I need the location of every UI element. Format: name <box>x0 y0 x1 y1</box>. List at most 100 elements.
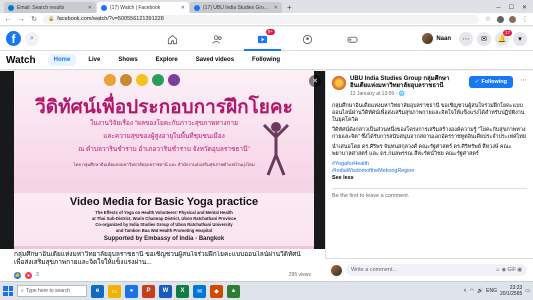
system-tray: ˄ ◠ 🔊 ENG 23:23 20/1/2565 ▭ <box>464 285 530 297</box>
post-header: UBU India Studies Group กลุ่มศึกษาอินเดี… <box>332 76 527 97</box>
menu-icon[interactable]: ⋮ <box>521 15 529 23</box>
notifications-icon[interactable]: 🔔 17 <box>495 29 512 46</box>
like-icon[interactable]: 👍 <box>14 271 21 279</box>
video-frame[interactable]: วีดิทัศน์เพื่อประกอบการฝึกโยคะ ในงานวิจั… <box>14 71 314 249</box>
tab-following[interactable]: Following <box>246 54 286 66</box>
close-icon[interactable]: ✕ <box>309 75 321 87</box>
page-title: Watch <box>6 54 36 66</box>
page-name[interactable]: UBU India Studies Group กลุ่มศึกษาอินเดี… <box>350 76 460 90</box>
more-options-icon[interactable]: ⋯ <box>520 76 527 84</box>
new-tab-button[interactable]: + <box>283 2 296 13</box>
comment-bar: Write a comment... ☺ ◉ GIF ▣ <box>325 258 533 281</box>
taskbar-app-powerpoint[interactable]: P <box>142 284 155 298</box>
post-paragraph: วีดิทัศน์ดังกล่าวเป็นส่วนหนึ่งของโครงการ… <box>332 127 526 140</box>
notification-center-icon[interactable]: ▭ <box>525 288 530 294</box>
extension-icon[interactable] <box>497 15 504 23</box>
chevron-up-icon[interactable]: ˄ <box>464 288 467 294</box>
back-icon[interactable]: ← <box>4 16 12 23</box>
avatar <box>422 33 434 44</box>
view-count: 295 views <box>288 272 311 278</box>
groups-icon <box>302 34 313 44</box>
taskbar-app-edge[interactable]: e <box>91 284 104 298</box>
video-english-line: and Tambon Bua Wat Health Promoting Hosp… <box>115 228 213 233</box>
hashtag-link[interactable]: #YogaforHealth <box>332 161 527 168</box>
taskbar-app-drive[interactable]: ▲ <box>227 284 240 298</box>
close-icon[interactable]: ✕ <box>88 5 92 11</box>
profile-button[interactable]: Naan <box>420 31 455 46</box>
tab-home[interactable]: Home <box>47 54 77 66</box>
nav-watch[interactable]: 9+ <box>240 27 285 51</box>
minimize-icon[interactable]: ─ <box>496 5 500 11</box>
divider <box>332 188 527 189</box>
tab-explore[interactable]: Explore <box>150 54 184 66</box>
tab-live[interactable]: Live <box>82 54 106 66</box>
ubu-logo <box>104 74 116 86</box>
window-controls: ─ ☐ ✕ <box>496 2 533 13</box>
browser-tab-email[interactable]: Email: Search results ✕ <box>4 2 96 13</box>
browser-tab-ubu[interactable]: (17) UBU India Studies Group ห... ✕ <box>190 2 282 13</box>
windows-taskbar: ⌕ Type here to search e ▭ ● P W X ✉ ◆ ▲ … <box>0 281 533 300</box>
embassy-logo <box>136 74 148 86</box>
taskbar-app-word[interactable]: W <box>159 284 172 298</box>
close-icon[interactable]: ✕ <box>181 5 185 11</box>
messenger-icon[interactable]: ✉ <box>477 31 491 46</box>
nav-gaming[interactable] <box>330 27 375 51</box>
star-icon[interactable]: ☆ <box>484 15 492 23</box>
video-english-title: Video Media for Basic Yoga practice <box>69 196 259 208</box>
hashtag-link[interactable]: #IndiaWisdomoftheMekongRegion <box>332 168 527 175</box>
close-icon[interactable]: ✕ <box>274 5 278 11</box>
tab-shows[interactable]: Shows <box>112 54 143 66</box>
comment-placeholder: Write a comment... <box>351 267 398 273</box>
taskbar-search-placeholder: Type here to search <box>25 288 71 294</box>
menu-grid-icon[interactable]: ⋯ <box>459 31 473 46</box>
taskbar-app-other[interactable]: ◆ <box>210 284 223 298</box>
love-icon[interactable]: ♥ <box>25 271 32 279</box>
taskbar-search-input[interactable]: ⌕ Type here to search <box>17 285 87 297</box>
video-caption: กลุ่มศึกษาอินเดียแห่งมหาวิทยาลัยอุบลราชธ… <box>14 251 301 266</box>
wifi-icon[interactable]: ◠ <box>470 288 474 294</box>
video-english-line: Co-organized by India Studies Group of U… <box>95 222 233 227</box>
language-indicator[interactable]: ENG <box>486 288 497 294</box>
tab-saved-videos[interactable]: Saved videos <box>190 54 240 66</box>
video-english-line: at Thai Sub-District, Warin Chamrap Dist… <box>91 216 237 221</box>
avatar <box>331 264 342 276</box>
volume-icon[interactable]: 🔊 <box>477 288 483 294</box>
page-avatar[interactable] <box>332 76 346 90</box>
watch-nav: Watch Home Live Shows Explore Saved vide… <box>0 51 533 70</box>
browser-tab-watch[interactable]: (17) Watch | Facebook ✕ <box>97 2 189 13</box>
forward-icon[interactable]: → <box>17 16 25 23</box>
see-less-link[interactable]: See less <box>332 175 527 182</box>
tab-title: Email: Search results <box>17 4 65 11</box>
windows-start-icon[interactable] <box>3 286 13 296</box>
nav-groups[interactable] <box>285 27 330 51</box>
facebook-logo[interactable]: f <box>6 31 21 46</box>
maximize-icon[interactable]: ☐ <box>509 4 514 11</box>
friends-icon <box>212 34 222 44</box>
nav-friends[interactable] <box>195 27 240 51</box>
video-player[interactable]: วีดิทัศน์เพื่อประกอบการฝึกโยคะ ในงานวิจั… <box>0 71 325 249</box>
reaction-count[interactable]: 3 <box>36 272 39 278</box>
taskbar-app-excel[interactable]: X <box>176 284 189 298</box>
following-label: Following <box>481 79 507 85</box>
account-dropdown-icon[interactable]: ▾ <box>513 31 527 46</box>
url-input[interactable]: 🔒 facebook.com/watch/?v=500556121391228 <box>43 14 479 24</box>
search-icon[interactable]: ⌕ <box>25 31 39 46</box>
clock[interactable]: 23:23 20/1/2565 <box>500 285 522 297</box>
nav-home[interactable] <box>150 27 195 51</box>
tab-title: (17) UBU India Studies Group ห... <box>203 4 271 11</box>
comment-tools-icon[interactable]: ☺ ◉ GIF ▣ <box>495 267 522 273</box>
following-button[interactable]: ✓ Following <box>468 76 513 88</box>
taskbar-app-mail[interactable]: ✉ <box>193 284 206 298</box>
profile-icon[interactable] <box>509 15 516 23</box>
comment-input[interactable]: Write a comment... ☺ ◉ GIF ▣ <box>346 264 527 276</box>
facebook-favicon-icon <box>101 4 107 11</box>
facebook-header: f ⌕ 9+ Naan ⋯ ✉ 🔔 17 ▾ <box>0 27 533 51</box>
search-icon: ⌕ <box>21 288 24 294</box>
taskbar-app-explorer[interactable]: ▭ <box>108 284 121 298</box>
reload-icon[interactable]: ↻ <box>30 15 38 23</box>
close-window-icon[interactable]: ✕ <box>522 4 527 11</box>
taskbar-app-chrome[interactable]: ● <box>125 284 138 298</box>
post-timestamp[interactable]: 12 January at 13:09 · 🌐 <box>350 91 460 97</box>
notification-badge: 17 <box>502 29 512 36</box>
hospital-logo <box>152 74 164 86</box>
